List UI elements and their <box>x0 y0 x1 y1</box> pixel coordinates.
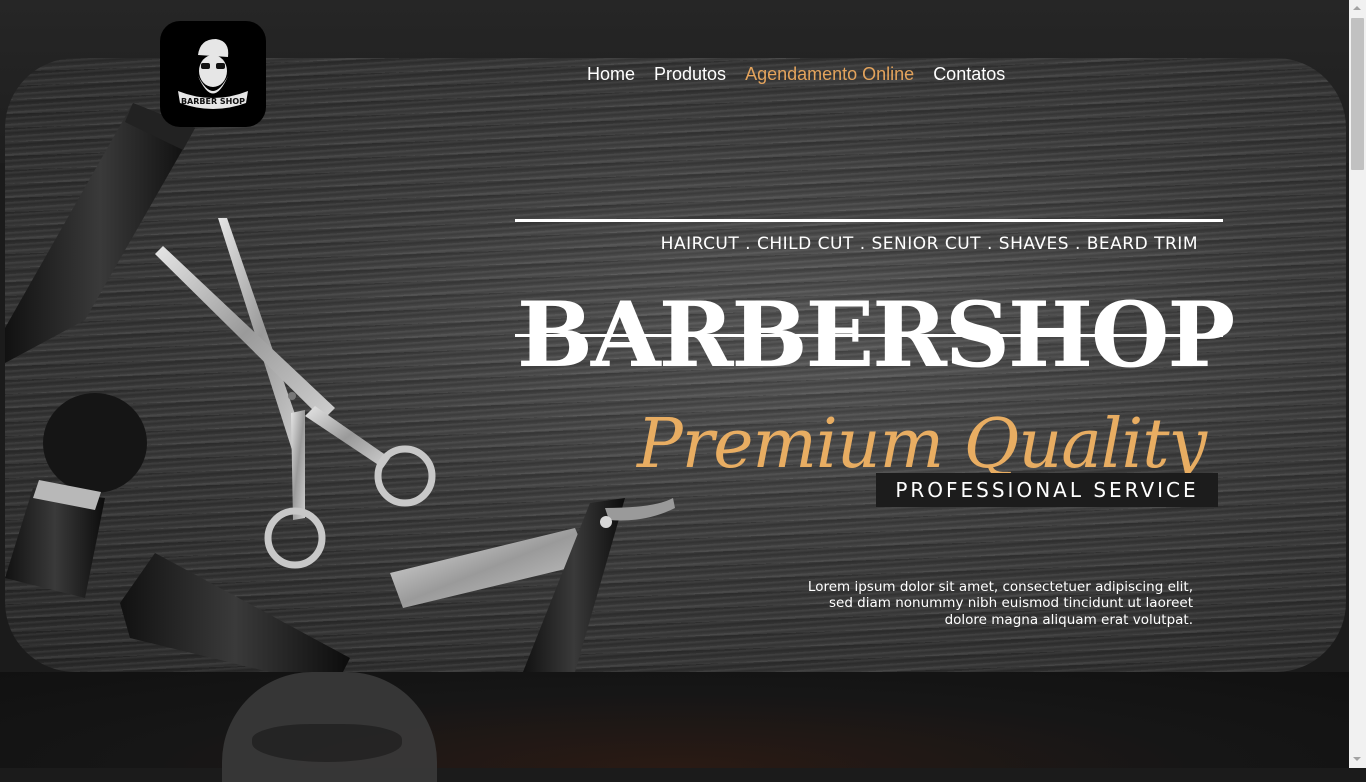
scroll-down-arrow-icon[interactable] <box>1349 751 1366 768</box>
comb-top-icon <box>5 103 195 363</box>
nav-contatos[interactable]: Contatos <box>933 62 1005 88</box>
professional-service-badge: PROFESSIONAL SERVICE <box>876 473 1218 507</box>
badge-label: PROFESSIONAL SERVICE <box>895 478 1199 502</box>
hero-description: Lorem ipsum dolor sit amet, consectetuer… <box>807 579 1193 628</box>
next-section-background <box>0 672 1349 768</box>
barber-shop-logo[interactable]: BARBER SHOP <box>160 21 266 127</box>
scrollbar-thumb[interactable] <box>1351 18 1364 170</box>
scissors-icon <box>155 218 436 569</box>
nav-produtos[interactable]: Produtos <box>654 62 726 88</box>
shaving-brush-icon <box>5 393 147 598</box>
services-list: HAIRCUT . CHILD CUT . SENIOR CUT . SHAVE… <box>660 234 1198 254</box>
nav-home[interactable]: Home <box>587 62 635 88</box>
main-navigation: Home Produtos Agendamento Online Contato… <box>587 62 1005 88</box>
straight-razor-icon <box>390 498 675 672</box>
vertical-scrollbar[interactable] <box>1349 0 1366 768</box>
svg-text:BARBER SHOP: BARBER SHOP <box>181 97 245 106</box>
logo-lettering: BARBER SHOP <box>181 97 245 106</box>
title-rule-bottom <box>515 334 1223 337</box>
nav-agendamento-online[interactable]: Agendamento Online <box>745 62 914 88</box>
comb-bottom-icon <box>120 553 350 672</box>
title-rule-top <box>515 219 1223 222</box>
scroll-up-arrow-icon[interactable] <box>1349 0 1366 17</box>
hero-banner: HAIRCUT . CHILD CUT . SENIOR CUT . SHAVE… <box>5 58 1346 672</box>
